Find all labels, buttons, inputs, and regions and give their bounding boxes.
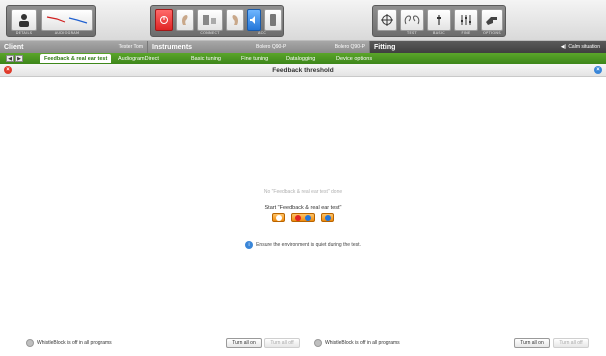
audiogram-icon [46,16,88,24]
accessories-button[interactable] [264,9,282,31]
fitting-title: Fitting [374,43,396,51]
person-icon [19,14,29,27]
left-turn-all-on-button[interactable]: Turn all on [226,338,262,348]
main-toolbar: DETAILS AUDIOGRAM CONNECT ACC TEST BASIC… [0,0,606,41]
test-label: TEST [407,31,417,35]
client-section[interactable]: Client Tester Tom [0,41,148,53]
fine-button[interactable] [454,9,478,31]
left-turn-all-off-button[interactable]: Turn all off [264,338,300,348]
device-icon [203,15,216,25]
basic-label: BASIC [433,31,445,35]
hearing-aid-icon [232,15,238,25]
crosshair-icon [381,14,393,26]
instrument-left-name: Bolero Q90-P [256,44,287,50]
fitting-tabs: ◀ ▶ Feedback & real ear test AudiogramDi… [0,53,606,64]
client-toolbar-group: DETAILS AUDIOGRAM [6,5,96,37]
tab-fine-tuning[interactable]: Fine tuning [237,54,272,63]
disconnect-button[interactable] [155,9,173,31]
tab-basic-tuning[interactable]: Basic tuning [187,54,225,63]
connect-button[interactable] [197,9,223,31]
instruments-title: Instruments [152,43,193,51]
hearing-aid-left-button[interactable] [176,9,194,31]
test-button[interactable] [400,9,424,31]
start-test-buttons [0,213,606,224]
hand-icon [486,17,497,25]
right-turn-all-on-button[interactable]: Turn all on [514,338,550,348]
left-whistleblock-status: WhistleBlock is off in all programs [26,337,112,349]
slider-single-icon [437,15,441,25]
close-right-icon[interactable]: × [594,66,602,74]
whistleblock-icon [26,339,34,347]
tab-datalogging[interactable]: Datalogging [282,54,319,63]
section-title: Feedback threshold [272,67,334,74]
options-button[interactable] [481,9,503,31]
situation-selector[interactable]: ◀) Calm situation [561,44,600,50]
section-header: × Feedback threshold × [0,64,606,77]
details-label: DETAILS [15,31,33,35]
left-whistleblock-text: WhistleBlock is off in all programs [37,340,112,346]
target-button[interactable] [377,9,397,31]
hearing-aid-right-button[interactable] [226,9,244,31]
speaker-icon [250,16,255,24]
speaker-icon: ◀) [560,44,567,50]
details-button[interactable] [11,9,37,31]
right-whistleblock-status: WhistleBlock is off in all programs [314,337,400,349]
whistleblock-icon [314,339,322,347]
test-hint: i Ensure the environment is quiet during… [0,241,606,249]
context-header: Client Tester Tom Instruments Bolero Q90… [0,41,606,53]
instruments-section[interactable]: Instruments Bolero Q90-P Bolero Q90-P [148,41,370,53]
ears-icon [404,15,420,25]
fitting-section[interactable]: Fitting ◀) Calm situation [370,41,606,53]
start-test-both-button[interactable] [291,213,315,222]
right-whistleblock-text: WhistleBlock is off in all programs [325,340,400,346]
close-left-icon[interactable]: × [4,66,12,74]
connect-label: CONNECT [200,31,220,35]
tab-device-options[interactable]: Device options [332,54,376,63]
audiogram-button[interactable] [41,9,93,31]
right-turn-all-off-button[interactable]: Turn all off [553,338,589,348]
info-icon: i [245,241,254,249]
fitting-toolbar-group: TEST BASIC FINE OPTIONS [372,5,506,37]
acc-label: ACC [257,31,267,35]
tab-next-arrow-icon[interactable]: ▶ [15,55,23,62]
basic-button[interactable] [427,9,451,31]
start-test-label: Start "Feedback & real ear test" [264,205,342,211]
instrument-right-name: Bolero Q90-P [334,44,365,50]
start-test-right-button[interactable] [320,213,334,222]
tab-feedback-real-ear-test[interactable]: Feedback & real ear test [40,54,112,63]
power-icon [160,16,168,24]
fine-label: FINE [461,31,471,35]
situation-label: Calm situation [568,44,600,50]
options-label: OPTIONS [483,31,501,35]
audiogram-label: AUDIOGRAM [54,31,80,35]
hearing-aid-icon [182,15,188,25]
tab-audiogramdirect[interactable]: AudiogramDirect [114,54,163,63]
tab-prev-arrow-icon[interactable]: ◀ [6,55,14,62]
sliders-icon [461,15,471,25]
client-name: Tester Tom [118,44,143,50]
sound-button[interactable] [247,9,261,31]
test-hint-text: Ensure the environment is quiet during t… [256,242,361,248]
remote-icon [270,14,276,26]
client-title: Client [4,43,24,51]
test-status-text: No "Feedback & real ear test" done [263,189,343,195]
start-test-left-button[interactable] [272,213,286,222]
instruments-toolbar-group: CONNECT ACC [150,5,284,37]
